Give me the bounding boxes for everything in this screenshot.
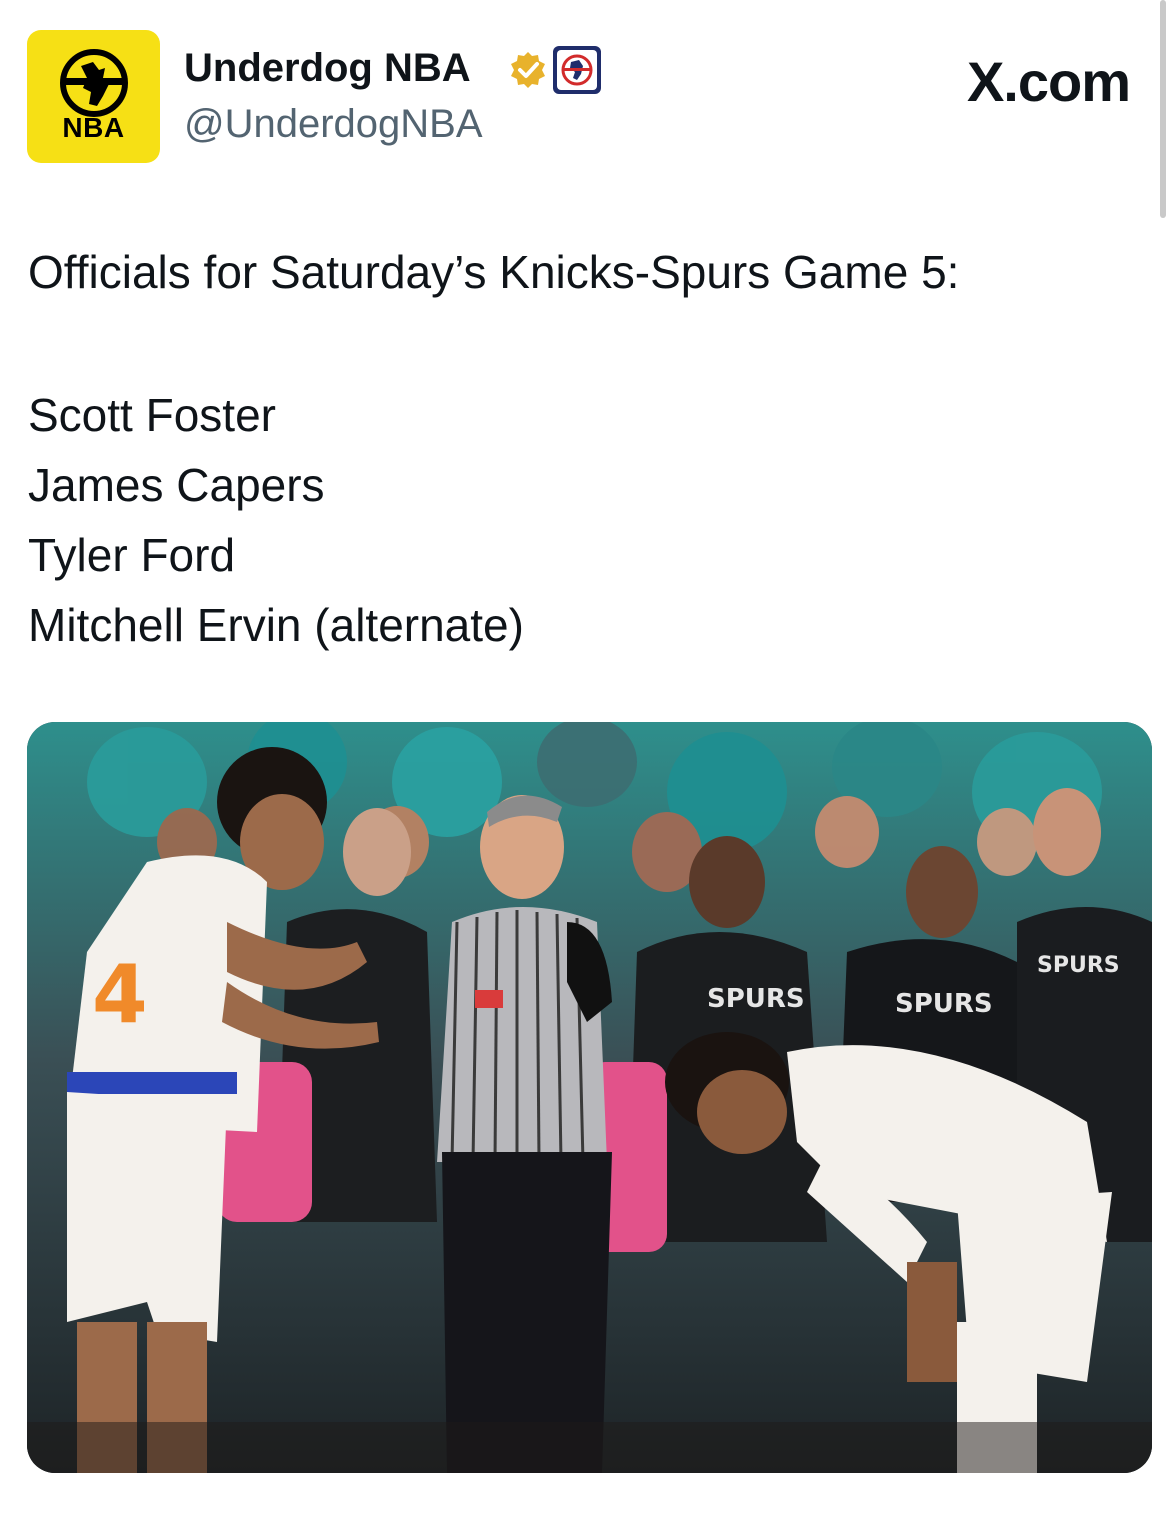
- official-name: Scott Foster: [28, 389, 276, 441]
- svg-text:4: 4: [92, 948, 148, 1041]
- underdog-affiliate-icon[interactable]: [553, 46, 601, 94]
- game-photo-illustration: SPURS SPURS SPURS 4: [27, 722, 1152, 1473]
- display-name[interactable]: Underdog NBA: [184, 44, 471, 92]
- scrollbar[interactable]: [1160, 0, 1166, 218]
- tweet-text: Officials for Saturday’s Knicks-Spurs Ga…: [28, 246, 960, 298]
- jersey-text-2: SPURS: [895, 989, 993, 1019]
- verified-badge-icon: [511, 52, 545, 88]
- official-name: Mitchell Ervin (alternate): [28, 599, 524, 651]
- official-name: James Capers: [28, 459, 325, 511]
- profile-avatar[interactable]: NBA: [27, 30, 160, 163]
- underdog-dog-icon: [60, 49, 128, 117]
- tweet-photo[interactable]: SPURS SPURS SPURS 4: [27, 722, 1152, 1473]
- jersey-text-3: SPURS: [1037, 953, 1120, 978]
- jersey-text-1: SPURS: [707, 984, 805, 1014]
- user-handle[interactable]: @UnderdogNBA: [184, 100, 483, 148]
- officials-list: Scott Foster James Capers Tyler Ford Mit…: [28, 380, 524, 660]
- x-com-logo: X.com: [966, 50, 1131, 113]
- official-name: Tyler Ford: [28, 529, 236, 581]
- avatar-label: NBA: [62, 112, 125, 143]
